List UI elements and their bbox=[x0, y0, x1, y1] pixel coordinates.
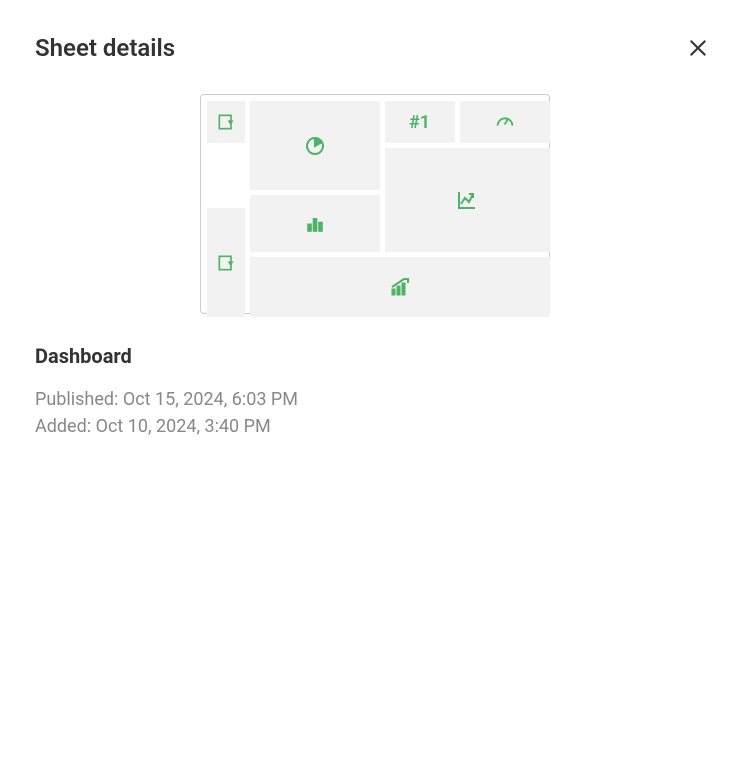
close-button[interactable] bbox=[682, 32, 714, 64]
sheet-name: Dashboard bbox=[35, 344, 714, 368]
bar-chart-tile bbox=[250, 195, 380, 252]
filter-icon bbox=[216, 112, 236, 132]
published-line: Published: Oct 15, 2024, 6:03 PM bbox=[35, 386, 714, 413]
sheet-details-section: Dashboard Published: Oct 15, 2024, 6:03 … bbox=[35, 344, 714, 440]
sheet-preview-thumbnail: #1 bbox=[200, 94, 550, 314]
line-chart-tile bbox=[385, 148, 550, 252]
gauge-tile bbox=[460, 101, 550, 143]
rank-tile: #1 bbox=[385, 101, 455, 143]
trend-chart-tile bbox=[250, 257, 550, 317]
added-label: Added: bbox=[35, 416, 96, 437]
pie-chart-tile bbox=[250, 101, 380, 190]
bar-chart-icon bbox=[304, 213, 326, 235]
line-chart-icon bbox=[455, 188, 479, 212]
published-value: Oct 15, 2024, 6:03 PM bbox=[123, 389, 298, 410]
filter-icon bbox=[216, 253, 236, 273]
sheet-details-modal: Sheet details #1 bbox=[0, 0, 749, 774]
pie-chart-icon bbox=[303, 134, 327, 158]
gauge-icon bbox=[494, 111, 516, 133]
rank-label: #1 bbox=[409, 112, 430, 133]
close-icon bbox=[688, 38, 708, 58]
added-value: Oct 10, 2024, 3:40 PM bbox=[96, 416, 271, 437]
trend-chart-icon bbox=[388, 275, 412, 299]
filter-tile-2 bbox=[207, 208, 245, 317]
filter-tile bbox=[207, 101, 245, 143]
added-line: Added: Oct 10, 2024, 3:40 PM bbox=[35, 413, 714, 440]
published-label: Published: bbox=[35, 389, 123, 410]
modal-title: Sheet details bbox=[35, 34, 175, 62]
modal-header: Sheet details bbox=[35, 32, 714, 64]
